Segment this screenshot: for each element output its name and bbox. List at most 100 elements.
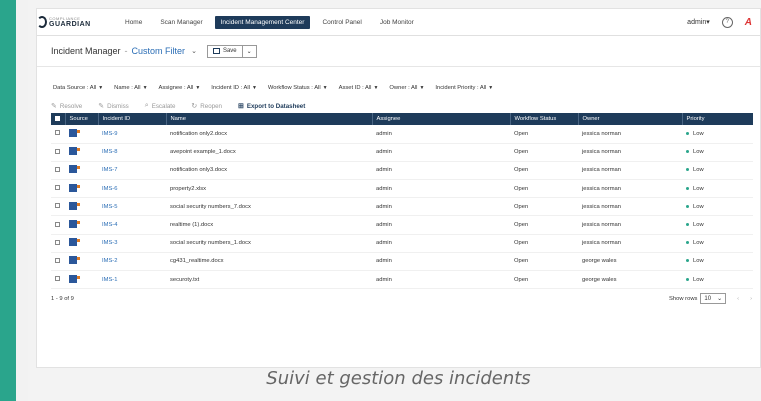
nav-control-panel[interactable]: Control Panel	[316, 16, 367, 29]
row-checkbox[interactable]	[51, 271, 65, 289]
caret-down-icon: ▼	[419, 85, 425, 91]
sharepoint-icon	[69, 274, 80, 283]
export-icon: ⊞	[237, 103, 244, 110]
filter-incident-id[interactable]: Incident ID : All ▼	[211, 85, 257, 91]
workflow-status: Open	[514, 149, 529, 156]
escalate-icon: ⌕	[144, 102, 149, 109]
page-title: Incident Manager	[51, 46, 121, 56]
assignee: admin	[376, 276, 392, 283]
column-header-name[interactable]: Name	[166, 113, 373, 125]
table-row[interactable]: IMS-1 securoty.txt admin Open george wales Lo…	[51, 271, 753, 289]
incident-name: social security numbers_1.docx	[170, 240, 251, 247]
incident-id-link[interactable]: IMS-2	[98, 252, 166, 270]
source-cell	[65, 216, 98, 234]
filter-owner[interactable]: Owner : All ▼	[389, 85, 424, 91]
chevron-down-icon: ⌄	[717, 296, 723, 302]
nav-scan-manager[interactable]: Scan Manager	[154, 16, 208, 29]
caret-down-icon: ▼	[373, 85, 379, 91]
incident-name: notification only2.docx	[170, 130, 228, 137]
caret-down-icon: ▼	[488, 85, 494, 91]
row-checkbox[interactable]	[51, 143, 65, 161]
next-page-icon[interactable]: ›	[750, 296, 752, 302]
priority-cell: Low	[682, 180, 753, 198]
nav-home[interactable]: Home	[119, 16, 148, 29]
sharepoint-icon	[69, 147, 80, 156]
priority-cell: Low	[682, 234, 753, 252]
assignee: admin	[376, 240, 392, 247]
workflow-status: Open	[514, 203, 529, 210]
column-header-incident-id[interactable]: Incident ID	[98, 113, 167, 125]
column-header-source[interactable]: Source	[65, 113, 99, 125]
owner: jessica norman	[582, 222, 621, 229]
save-button[interactable]: Save	[208, 45, 243, 57]
reopen-button[interactable]: ↻ Reopen	[191, 102, 222, 111]
main-nav: Home Scan Manager Incident Management Ce…	[119, 15, 426, 29]
source-cell	[65, 180, 98, 198]
row-checkbox[interactable]	[51, 198, 65, 216]
save-dropdown-chevron-icon[interactable]: ⌄	[243, 48, 256, 55]
workflow-status: Open	[514, 167, 529, 174]
prev-page-icon[interactable]: ‹	[737, 296, 739, 302]
incident-id-link[interactable]: IMS-8	[98, 143, 166, 161]
rows-per-page-select[interactable]: 10 ⌄	[700, 293, 727, 304]
priority-dot-icon	[686, 277, 689, 281]
sharepoint-icon	[69, 238, 80, 247]
incident-name: property2.xlsx	[170, 185, 207, 192]
column-header-workflow-status[interactable]: Workflow Status	[510, 113, 579, 125]
row-checkbox[interactable]	[51, 125, 65, 143]
logo[interactable]: COMPLIANCE GUARDIAN	[37, 16, 97, 28]
incident-name: realtime (1).docx	[170, 222, 214, 229]
table-row[interactable]: IMS-5 social security numbers_7.docx admin…	[51, 198, 753, 216]
incident-id-link[interactable]: IMS-9	[98, 125, 166, 143]
column-header-assignee[interactable]: Assignee	[372, 113, 511, 125]
table-row[interactable]: IMS-8 avepoint example_1.docx admin Open jes…	[51, 143, 753, 162]
incident-id-link[interactable]: IMS-1	[98, 271, 166, 289]
filter-chevron-down-icon[interactable]: ⌄	[191, 47, 197, 55]
owner: george wales	[582, 258, 617, 265]
assignee: admin	[376, 185, 392, 192]
assignee: admin	[376, 167, 392, 174]
filter-name[interactable]: Name : All ▼	[114, 85, 147, 91]
source-cell	[65, 234, 98, 252]
column-header-priority[interactable]: Priority	[682, 113, 753, 125]
filter-assignee[interactable]: Assignee : All ▼	[159, 85, 201, 91]
row-checkbox[interactable]	[51, 180, 65, 198]
top-right-controls: admin▾ ? A	[687, 9, 752, 35]
nav-incident-management-center[interactable]: Incident Management Center	[214, 15, 311, 29]
pagination-range: 1 - 9 of 9	[51, 296, 74, 302]
filter-asset-id[interactable]: Asset ID : All ▼	[339, 85, 379, 91]
priority-cell: Low	[682, 143, 753, 161]
nav-job-monitor[interactable]: Job Monitor	[374, 16, 420, 29]
workflow-status: Open	[514, 258, 529, 265]
filter-name[interactable]: Custom Filter	[132, 46, 186, 56]
filter-incident-priority[interactable]: Incident Priority : All ▼	[435, 85, 493, 91]
table-row[interactable]: IMS-6 property2.xlsx admin Open jessica norm…	[51, 180, 753, 198]
table-row[interactable]: IMS-7 notification only3.docx admin Open jes…	[51, 161, 753, 180]
edit-icon: ✎	[98, 103, 105, 110]
workflow-status: Open	[514, 130, 529, 137]
resolve-button[interactable]: ✎ Resolve	[51, 102, 82, 111]
filter-workflow-status[interactable]: Workflow Status : All ▼	[268, 85, 328, 91]
select-all-checkbox[interactable]	[51, 113, 66, 125]
escalate-button[interactable]: ⌕ Escalate	[145, 102, 176, 110]
export-to-datasheet-button[interactable]: ⊞ Export to Datasheet	[237, 102, 305, 111]
priority-dot-icon	[686, 204, 689, 208]
table-row[interactable]: IMS-9 notification only2.docx admin Open jes…	[51, 125, 753, 144]
table-row[interactable]: IMS-3 social security numbers_1.docx admin…	[51, 234, 753, 253]
table-row[interactable]: IMS-4 realtime (1).docx admin Open jessica n…	[51, 216, 753, 235]
help-icon[interactable]: ?	[721, 16, 733, 28]
row-checkbox[interactable]	[51, 252, 65, 270]
row-checkbox[interactable]	[51, 161, 65, 179]
incident-id-link[interactable]: IMS-3	[98, 234, 166, 252]
incident-id-link[interactable]: IMS-7	[98, 161, 166, 179]
column-header-owner[interactable]: Owner	[578, 113, 683, 125]
incident-id-link[interactable]: IMS-6	[98, 180, 166, 198]
user-menu[interactable]: admin▾	[687, 18, 710, 26]
row-checkbox[interactable]	[51, 216, 65, 234]
table-row[interactable]: IMS-2 cg431_realtime.docx admin Open george …	[51, 252, 753, 271]
row-checkbox[interactable]	[51, 234, 65, 252]
filter-data-source[interactable]: Data Source : All ▼	[53, 85, 103, 91]
incident-id-link[interactable]: IMS-4	[98, 216, 166, 234]
dismiss-button[interactable]: ✎ Dismiss	[98, 102, 129, 111]
incident-id-link[interactable]: IMS-5	[98, 198, 166, 216]
